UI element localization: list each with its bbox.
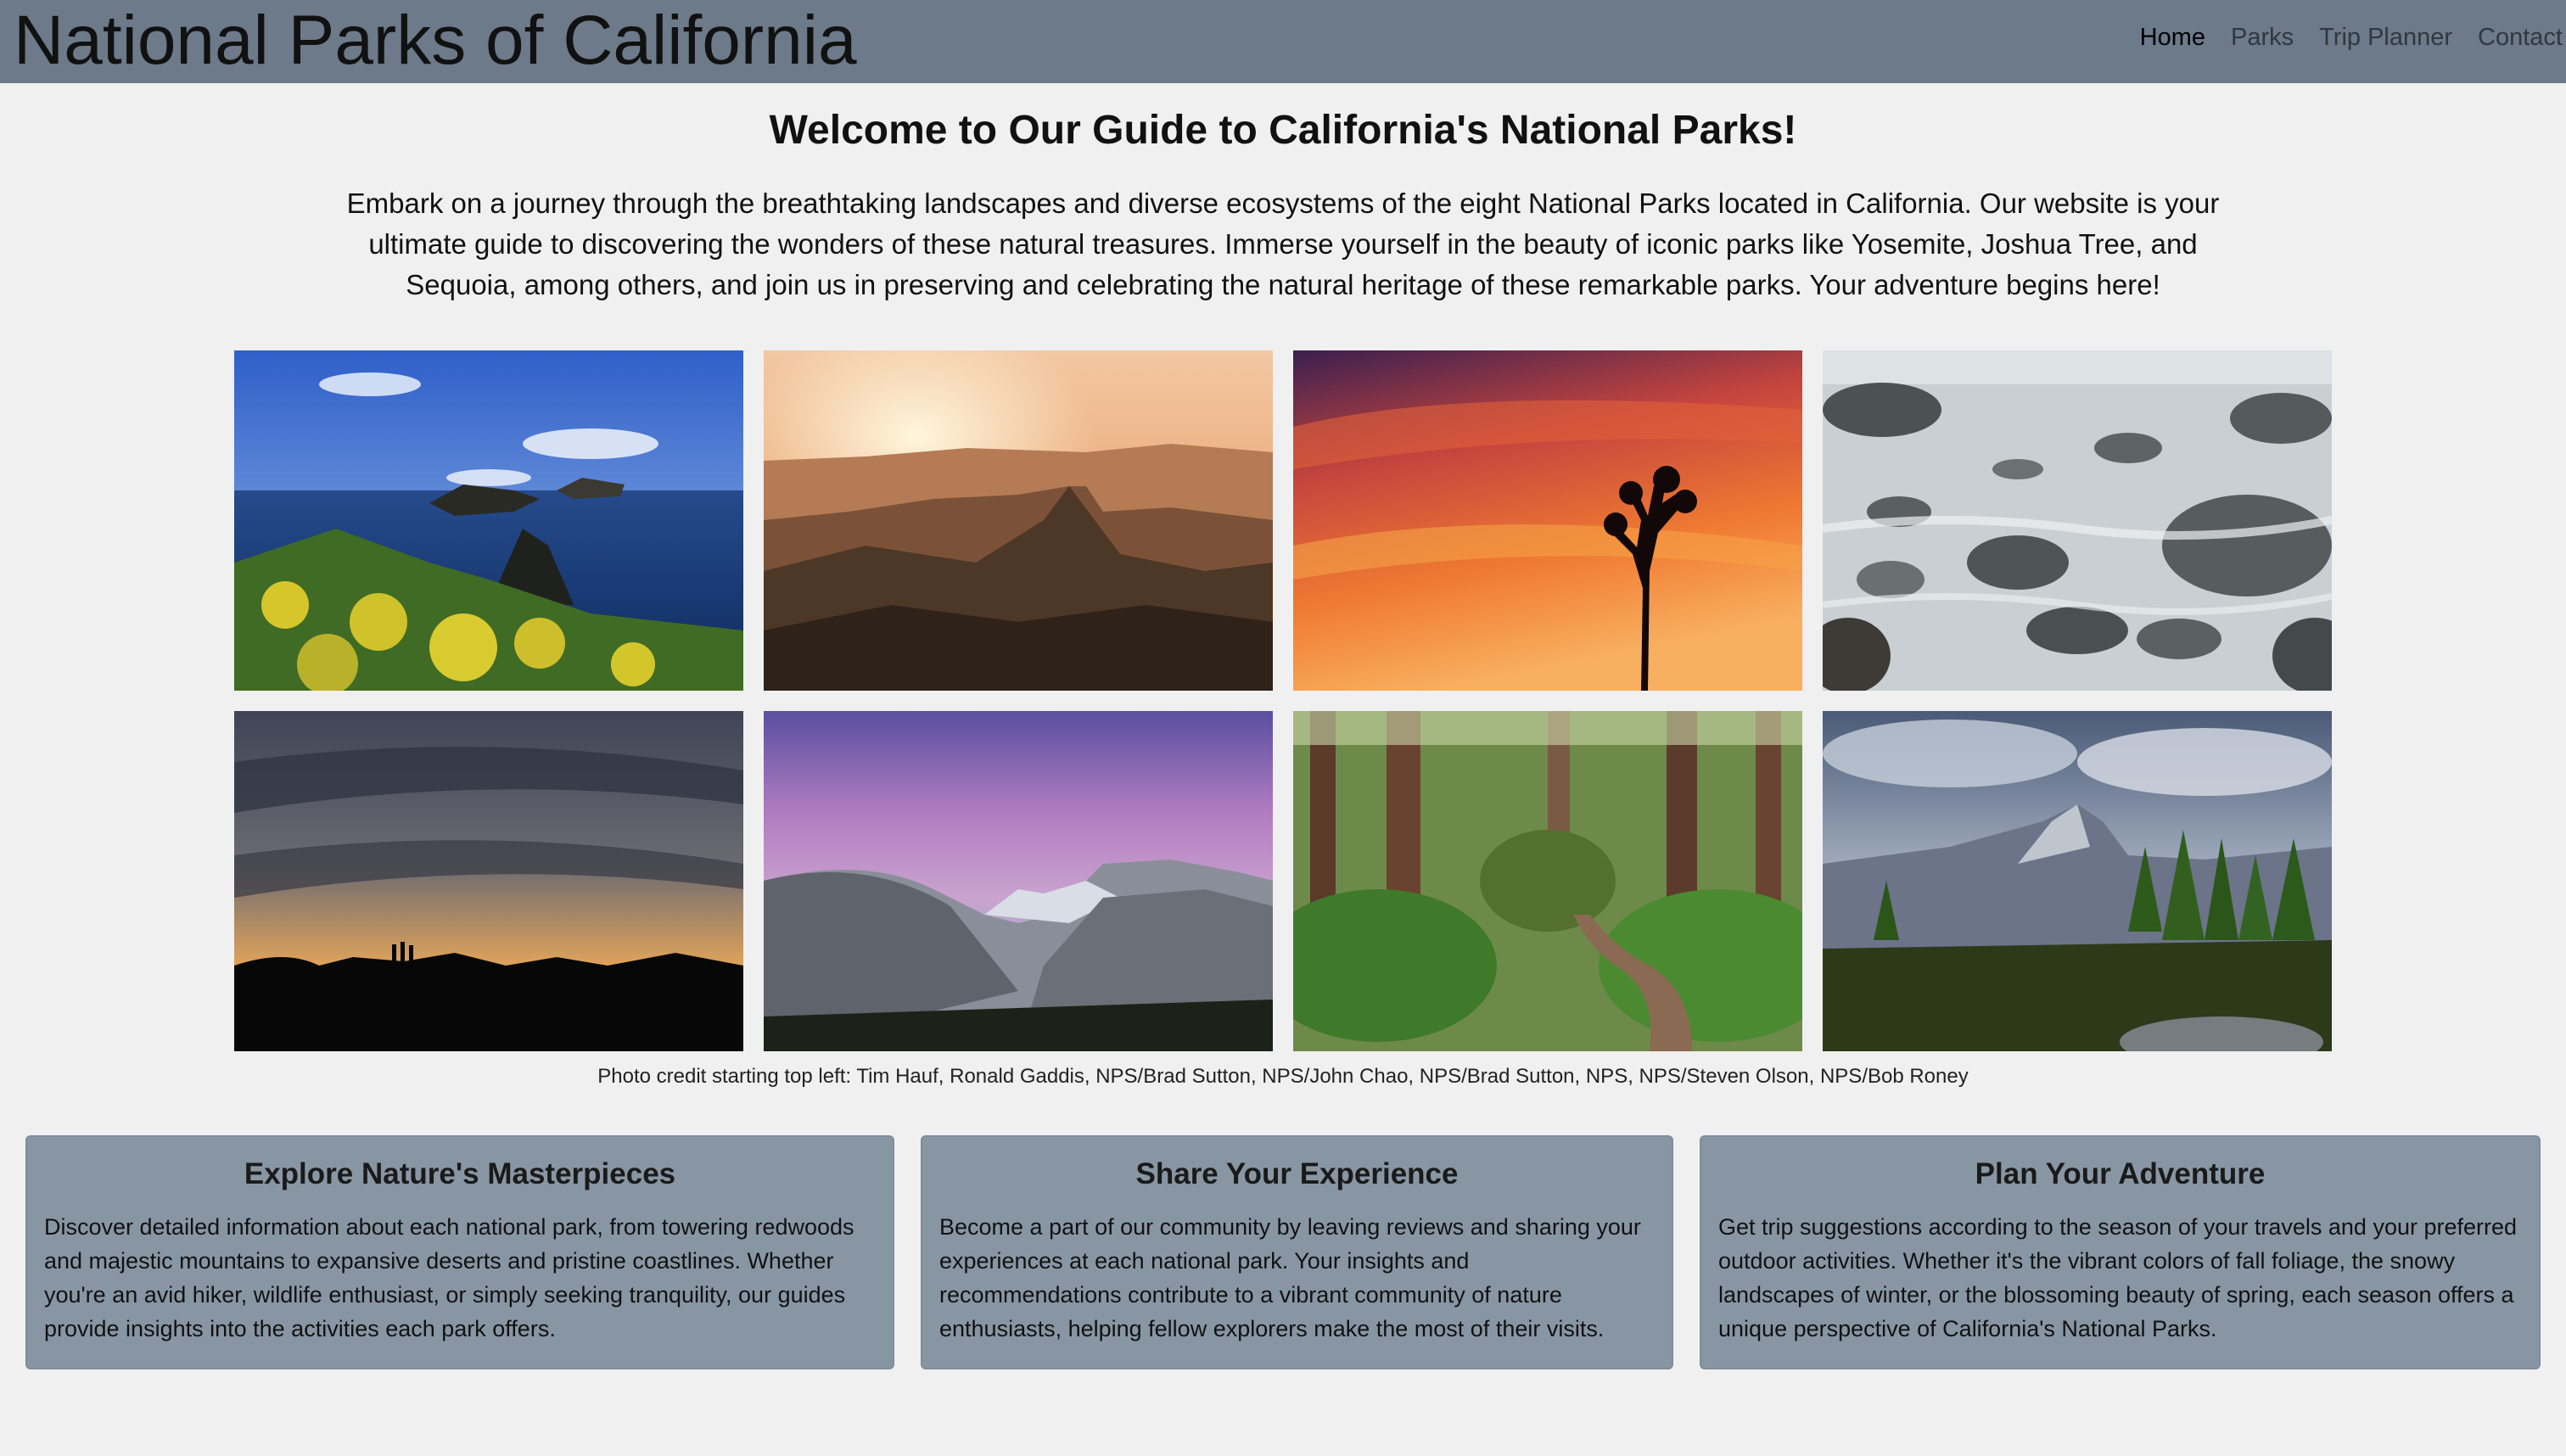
main-nav: Home Parks Trip Planner Contact: [2140, 24, 2563, 52]
site-title: National Parks of California: [14, 2, 857, 79]
welcome-heading: Welcome to Our Guide to California's Nat…: [769, 108, 1797, 153]
card-title: Plan Your Adventure: [1975, 1157, 2266, 1190]
gallery-photo-desert-sunrise: [764, 350, 1273, 691]
gallery-photo-granite-dusk: [764, 711, 1273, 1051]
photo-credit: Photo credit starting top left: Tim Hauf…: [597, 1065, 1969, 1088]
gallery-photo-joshua-tree: [1293, 350, 1802, 691]
gallery-photo-coast: [234, 350, 743, 691]
gallery-photo-silhouette-sunset: [234, 711, 743, 1051]
card-text: Get trip suggestions according to the se…: [1718, 1214, 2518, 1341]
feature-card-explore: Explore Nature's Masterpieces Discover d…: [25, 1135, 894, 1369]
card-title: Explore Nature's Masterpieces: [244, 1157, 676, 1190]
nav-trip-planner-link[interactable]: Trip Planner: [2319, 24, 2452, 52]
gallery-photo-rocky-coast: [1823, 350, 2332, 691]
card-text: Discover detailed information about each…: [44, 1214, 854, 1341]
site-header: National Parks of California Home Parks …: [0, 0, 2566, 83]
intro-paragraph: Embark on a journey through the breathta…: [346, 188, 2220, 300]
feature-card-share: Share Your Experience Become a part of o…: [921, 1135, 1673, 1369]
photo-gallery: [234, 350, 2332, 1051]
card-text: Become a part of our community by leavin…: [939, 1214, 1641, 1341]
nav-parks-link[interactable]: Parks: [2231, 24, 2294, 52]
nav-home-link[interactable]: Home: [2140, 24, 2205, 52]
nav-contact-link[interactable]: Contact: [2478, 24, 2563, 52]
card-title: Share Your Experience: [1135, 1157, 1459, 1190]
feature-card-plan: Plan Your Adventure Get trip suggestions…: [1700, 1135, 2541, 1369]
gallery-photo-half-dome: [1823, 711, 2332, 1051]
gallery-photo-redwood-forest: [1293, 711, 1802, 1051]
